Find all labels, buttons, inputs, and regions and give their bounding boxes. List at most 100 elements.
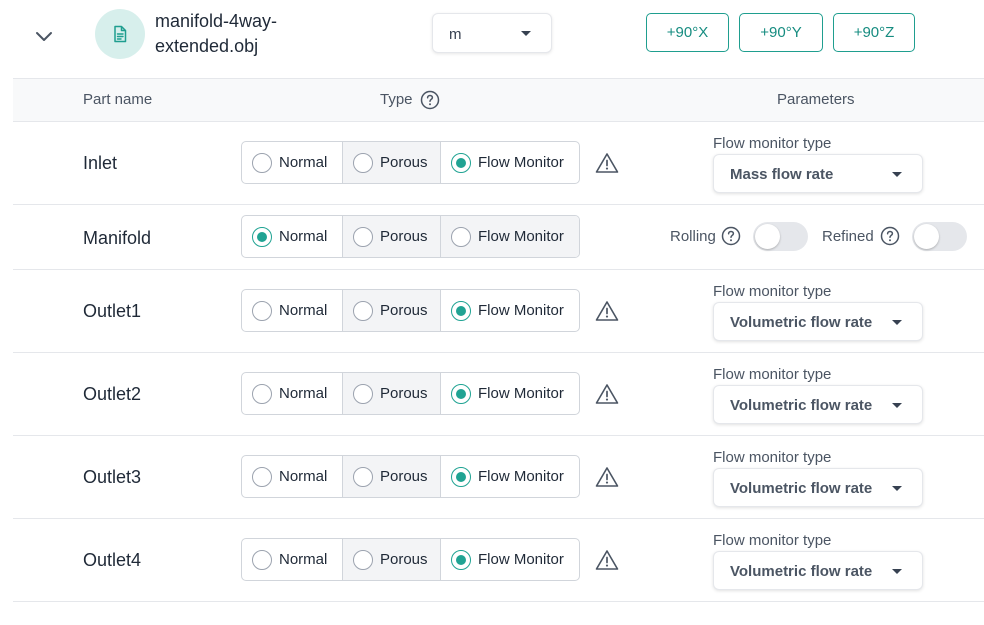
type-option-label: Porous <box>380 302 428 319</box>
type-radio-group: Normal Porous Flow Monitor <box>241 538 580 581</box>
caret-down-icon <box>892 569 902 574</box>
type-radio-group: Normal Porous Flow Monitor <box>241 141 580 184</box>
table-row: Outlet1 Normal Porous Flow Monitor Flow moni… <box>13 270 984 353</box>
radio-button[interactable] <box>252 301 272 321</box>
chevron-down-icon[interactable] <box>32 24 56 48</box>
type-option-porous[interactable]: Porous <box>342 216 440 257</box>
warning-icon <box>595 300 619 322</box>
help-icon[interactable] <box>420 90 440 110</box>
radio-button[interactable] <box>353 467 373 487</box>
flow-monitor-type-select[interactable]: Volumetric flow rate <box>713 302 923 341</box>
type-option-flow-monitor[interactable]: Flow Monitor <box>440 456 579 497</box>
rolling-label: Rolling <box>670 228 716 245</box>
flow-monitor-type-select[interactable]: Mass flow rate <box>713 154 923 193</box>
flow-monitor-type-label: Flow monitor type <box>713 449 832 466</box>
type-option-normal[interactable]: Normal <box>242 539 342 580</box>
flow-monitor-type-label: Flow monitor type <box>713 366 832 383</box>
caret-down-icon <box>892 486 902 491</box>
type-option-label: Normal <box>279 551 328 568</box>
refined-label: Refined <box>822 228 874 245</box>
type-option-normal[interactable]: Normal <box>242 456 342 497</box>
type-option-normal[interactable]: Normal <box>242 373 342 414</box>
caret-down-icon <box>521 31 531 36</box>
rotate-x-button[interactable]: +90°X <box>646 13 729 52</box>
column-header-part-name: Part name <box>83 91 153 108</box>
column-header-parameters: Parameters <box>777 91 855 108</box>
part-name: Outlet1 <box>83 301 142 321</box>
radio-button[interactable] <box>353 550 373 570</box>
type-option-label: Flow Monitor <box>478 551 564 568</box>
radio-button[interactable] <box>353 384 373 404</box>
type-option-label: Porous <box>380 551 428 568</box>
type-option-flow-monitor[interactable]: Flow Monitor <box>440 142 579 183</box>
column-header-type: Type <box>380 90 440 110</box>
table-row: Inlet Normal Porous Flow Monitor Flow monito… <box>13 122 984 205</box>
part-name: Outlet3 <box>83 467 142 487</box>
type-option-porous[interactable]: Porous <box>342 142 440 183</box>
type-radio-group: Normal Porous Flow Monitor <box>241 289 580 332</box>
part-name: Outlet2 <box>83 384 142 404</box>
rotate-z-button[interactable]: +90°Z <box>833 13 915 52</box>
flow-monitor-type-select[interactable]: Volumetric flow rate <box>713 551 923 590</box>
radio-button[interactable] <box>451 550 471 570</box>
radio-button[interactable] <box>451 153 471 173</box>
radio-button[interactable] <box>353 301 373 321</box>
type-option-label: Normal <box>279 385 328 402</box>
part-name: Outlet4 <box>83 550 142 570</box>
type-radio-group: Normal Porous Flow Monitor <box>241 215 580 258</box>
part-name: Inlet <box>83 153 118 173</box>
help-icon[interactable] <box>880 226 900 246</box>
type-option-label: Normal <box>279 228 328 245</box>
type-option-label: Porous <box>380 385 428 402</box>
type-option-normal[interactable]: Normal <box>242 142 342 183</box>
flow-monitor-type-label: Flow monitor type <box>713 283 832 300</box>
unit-select[interactable]: m <box>432 13 552 53</box>
type-option-flow-monitor[interactable]: Flow Monitor <box>440 290 579 331</box>
flow-monitor-type-value: Volumetric flow rate <box>730 314 873 331</box>
type-option-porous[interactable]: Porous <box>342 456 440 497</box>
type-option-flow-monitor[interactable]: Flow Monitor <box>440 373 579 414</box>
radio-button[interactable] <box>451 384 471 404</box>
type-option-flow-monitor[interactable]: Flow Monitor <box>440 539 579 580</box>
warning-icon <box>595 466 619 488</box>
table-row: Outlet4 Normal Porous Flow Monitor Flow moni… <box>13 519 984 602</box>
radio-button[interactable] <box>252 227 272 247</box>
type-option-label: Porous <box>380 228 428 245</box>
warning-icon <box>595 152 619 174</box>
type-option-normal[interactable]: Normal <box>242 290 342 331</box>
warning-icon <box>595 383 619 405</box>
radio-button[interactable] <box>252 153 272 173</box>
flow-monitor-type-label: Flow monitor type <box>713 135 832 152</box>
type-option-label: Normal <box>279 302 328 319</box>
toggle-knob <box>755 224 780 249</box>
type-option-normal[interactable]: Normal <box>242 216 342 257</box>
type-option-porous[interactable]: Porous <box>342 539 440 580</box>
radio-button[interactable] <box>353 227 373 247</box>
refined-toggle[interactable] <box>912 222 967 251</box>
radio-button[interactable] <box>451 467 471 487</box>
radio-button[interactable] <box>252 467 272 487</box>
flow-monitor-type-select[interactable]: Volumetric flow rate <box>713 385 923 424</box>
flow-monitor-type-value: Volumetric flow rate <box>730 563 873 580</box>
type-option-flow-monitor[interactable]: Flow Monitor <box>440 216 579 257</box>
unit-select-value: m <box>449 26 462 43</box>
type-radio-group: Normal Porous Flow Monitor <box>241 455 580 498</box>
type-option-porous[interactable]: Porous <box>342 373 440 414</box>
radio-button[interactable] <box>353 153 373 173</box>
type-option-label: Flow Monitor <box>478 302 564 319</box>
help-icon[interactable] <box>721 226 741 246</box>
rotate-y-button[interactable]: +90°Y <box>739 13 823 52</box>
file-header: manifold-4way-extended.obj m +90°X +90°Y… <box>0 0 984 78</box>
toggle-knob <box>914 224 939 249</box>
flow-monitor-type-select[interactable]: Volumetric flow rate <box>713 468 923 507</box>
radio-button[interactable] <box>451 301 471 321</box>
type-option-label: Normal <box>279 154 328 171</box>
radio-button[interactable] <box>252 550 272 570</box>
radio-button[interactable] <box>252 384 272 404</box>
type-option-porous[interactable]: Porous <box>342 290 440 331</box>
radio-button[interactable] <box>451 227 471 247</box>
rolling-toggle[interactable] <box>753 222 808 251</box>
flow-monitor-type-value: Volumetric flow rate <box>730 397 873 414</box>
table-row: Manifold Normal Porous Flow Monitor Rolling R… <box>13 205 984 270</box>
column-header-type-label: Type <box>380 90 413 108</box>
